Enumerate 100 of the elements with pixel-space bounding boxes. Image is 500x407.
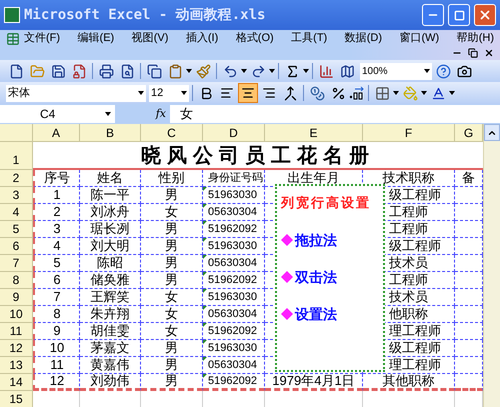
table-cell-text: 51963030 <box>208 188 257 203</box>
table-cell-text: 序号 <box>44 169 70 188</box>
row-header[interactable]: 11 <box>0 323 33 340</box>
minimize-button[interactable] <box>422 4 444 26</box>
row-header[interactable]: 14 <box>0 374 33 391</box>
method-label: 双击法 <box>295 268 337 286</box>
table-cell-text: 10 <box>50 339 64 358</box>
table-cell-text: 储奂雅 <box>90 271 130 290</box>
column-header[interactable]: F <box>363 124 455 142</box>
caret-icon[interactable] <box>421 91 427 95</box>
row-header[interactable]: 9 <box>0 289 33 306</box>
menu-item[interactable]: 工具(T) <box>291 30 328 47</box>
caret-icon[interactable] <box>138 91 144 95</box>
table-cell-text: 王辉笑 <box>90 288 130 306</box>
window-title: Microsoft Excel - 动画教程.xls <box>24 6 266 24</box>
decimal-icon[interactable] <box>349 86 365 100</box>
caret-icon[interactable] <box>393 91 399 95</box>
font-size: 12 <box>151 86 164 101</box>
close-icon[interactable] <box>484 48 494 58</box>
row-header[interactable]: 13 <box>0 357 33 374</box>
column-header[interactable]: E <box>265 124 363 142</box>
font-size-field[interactable]: 12 <box>149 84 189 102</box>
name-box[interactable]: C4 <box>0 105 115 123</box>
caret-icon[interactable] <box>424 69 430 73</box>
restore-icon[interactable] <box>468 48 478 58</box>
row-header[interactable]: 2 <box>0 170 33 187</box>
table-cell-text: 陈一平 <box>90 186 130 204</box>
workbook-icon[interactable] <box>6 32 20 46</box>
zoom-field[interactable]: 100% <box>360 62 432 80</box>
menu-item[interactable]: 编辑(E) <box>78 30 114 47</box>
menu-item[interactable]: 视图(V) <box>132 30 168 47</box>
table-cell-text: 51963030 <box>208 238 257 254</box>
menu-item[interactable]: 文件(F) <box>24 30 60 47</box>
error-indicator-icon <box>203 255 207 259</box>
text-box[interactable]: 列宽行高设置 拖拉法 双击法 设置法 <box>275 184 385 372</box>
error-indicator-icon <box>203 272 207 276</box>
row-header[interactable]: 8 <box>0 272 33 289</box>
table-cell-text: 女 <box>165 288 178 306</box>
row-header[interactable]: 10 <box>0 306 33 323</box>
menu-item[interactable]: 帮助(H) <box>456 30 494 47</box>
column-header[interactable]: A <box>33 124 80 142</box>
formula-field[interactable]: 女 <box>170 105 500 123</box>
text-box-title: 列宽行高设置 <box>281 194 372 213</box>
maximize-icon[interactable] <box>454 10 464 20</box>
table-cell-text: 朱卉翔 <box>90 305 130 324</box>
caret-icon[interactable] <box>449 91 455 95</box>
row-header[interactable]: 4 <box>0 204 33 221</box>
row-header[interactable]: 12 <box>0 340 33 357</box>
close-button[interactable] <box>474 4 496 26</box>
column-header[interactable]: D <box>203 124 265 142</box>
error-indicator-icon <box>203 204 207 208</box>
row-header[interactable]: 6 <box>0 238 33 255</box>
vertical-scrollbar[interactable] <box>483 124 500 407</box>
caret-icon[interactable] <box>105 112 111 116</box>
column-header[interactable]: G <box>455 124 483 142</box>
table-cell-text: 1979年4月1日 <box>272 372 355 390</box>
row-header[interactable]: 1 <box>0 142 33 170</box>
table-cell-text: 其他职称 <box>382 372 434 390</box>
table-cell-text: 工程师 <box>389 203 428 222</box>
table-cell-text: 05630304 <box>208 204 257 220</box>
font-field[interactable]: 宋体 <box>6 84 146 102</box>
error-indicator-icon <box>203 221 207 225</box>
table-cell-text: 工程师 <box>389 220 428 238</box>
error-indicator-icon <box>203 323 207 327</box>
table-cell-text: 51963030 <box>208 340 257 356</box>
scroll-up-button[interactable] <box>484 124 500 141</box>
table-cell-text: 05630304 <box>208 358 257 373</box>
table-cell-text: 女 <box>165 322 178 340</box>
caret-icon[interactable] <box>186 69 192 73</box>
caret-icon[interactable] <box>181 91 187 95</box>
maximize-button[interactable] <box>448 4 470 26</box>
table-cell-text: 男 <box>165 339 178 358</box>
table-cell-text: 级工程师 <box>389 186 441 204</box>
column-header[interactable]: C <box>141 124 203 142</box>
error-indicator-icon <box>203 238 207 242</box>
table-cell-text: 3 <box>53 220 61 238</box>
caret-icon[interactable] <box>269 69 275 73</box>
table-cell-text: 性别 <box>158 169 184 188</box>
table-cell-text: 51962092 <box>208 374 257 389</box>
menu-item[interactable]: 窗口(W) <box>400 30 440 47</box>
row-header[interactable]: 7 <box>0 255 33 272</box>
table-cell-text: 理工程师 <box>389 322 441 340</box>
table-cell-text: 茅嘉文 <box>90 339 130 358</box>
font-name: 宋体 <box>8 86 30 101</box>
row-header[interactable]: 3 <box>0 187 33 204</box>
error-indicator-icon <box>203 306 207 310</box>
table-cell-text: 1 <box>53 186 61 204</box>
table-cell-text: 级工程师 <box>389 237 441 256</box>
function-label[interactable]: fx <box>115 106 170 122</box>
table-cell-text: 12 <box>50 372 64 390</box>
menu-item[interactable]: 格式(O) <box>236 30 274 47</box>
column-header[interactable]: B <box>80 124 141 142</box>
table-cell-text: 7 <box>53 288 61 306</box>
row-header[interactable]: 15 <box>0 391 33 407</box>
row-header[interactable]: 5 <box>0 221 33 238</box>
menu-item[interactable]: 插入(I) <box>186 30 218 47</box>
table-cell-text: 技术员 <box>389 288 428 306</box>
caret-icon[interactable] <box>241 69 247 73</box>
caret-icon[interactable] <box>303 69 309 73</box>
menu-item[interactable]: 数据(D) <box>344 30 382 47</box>
